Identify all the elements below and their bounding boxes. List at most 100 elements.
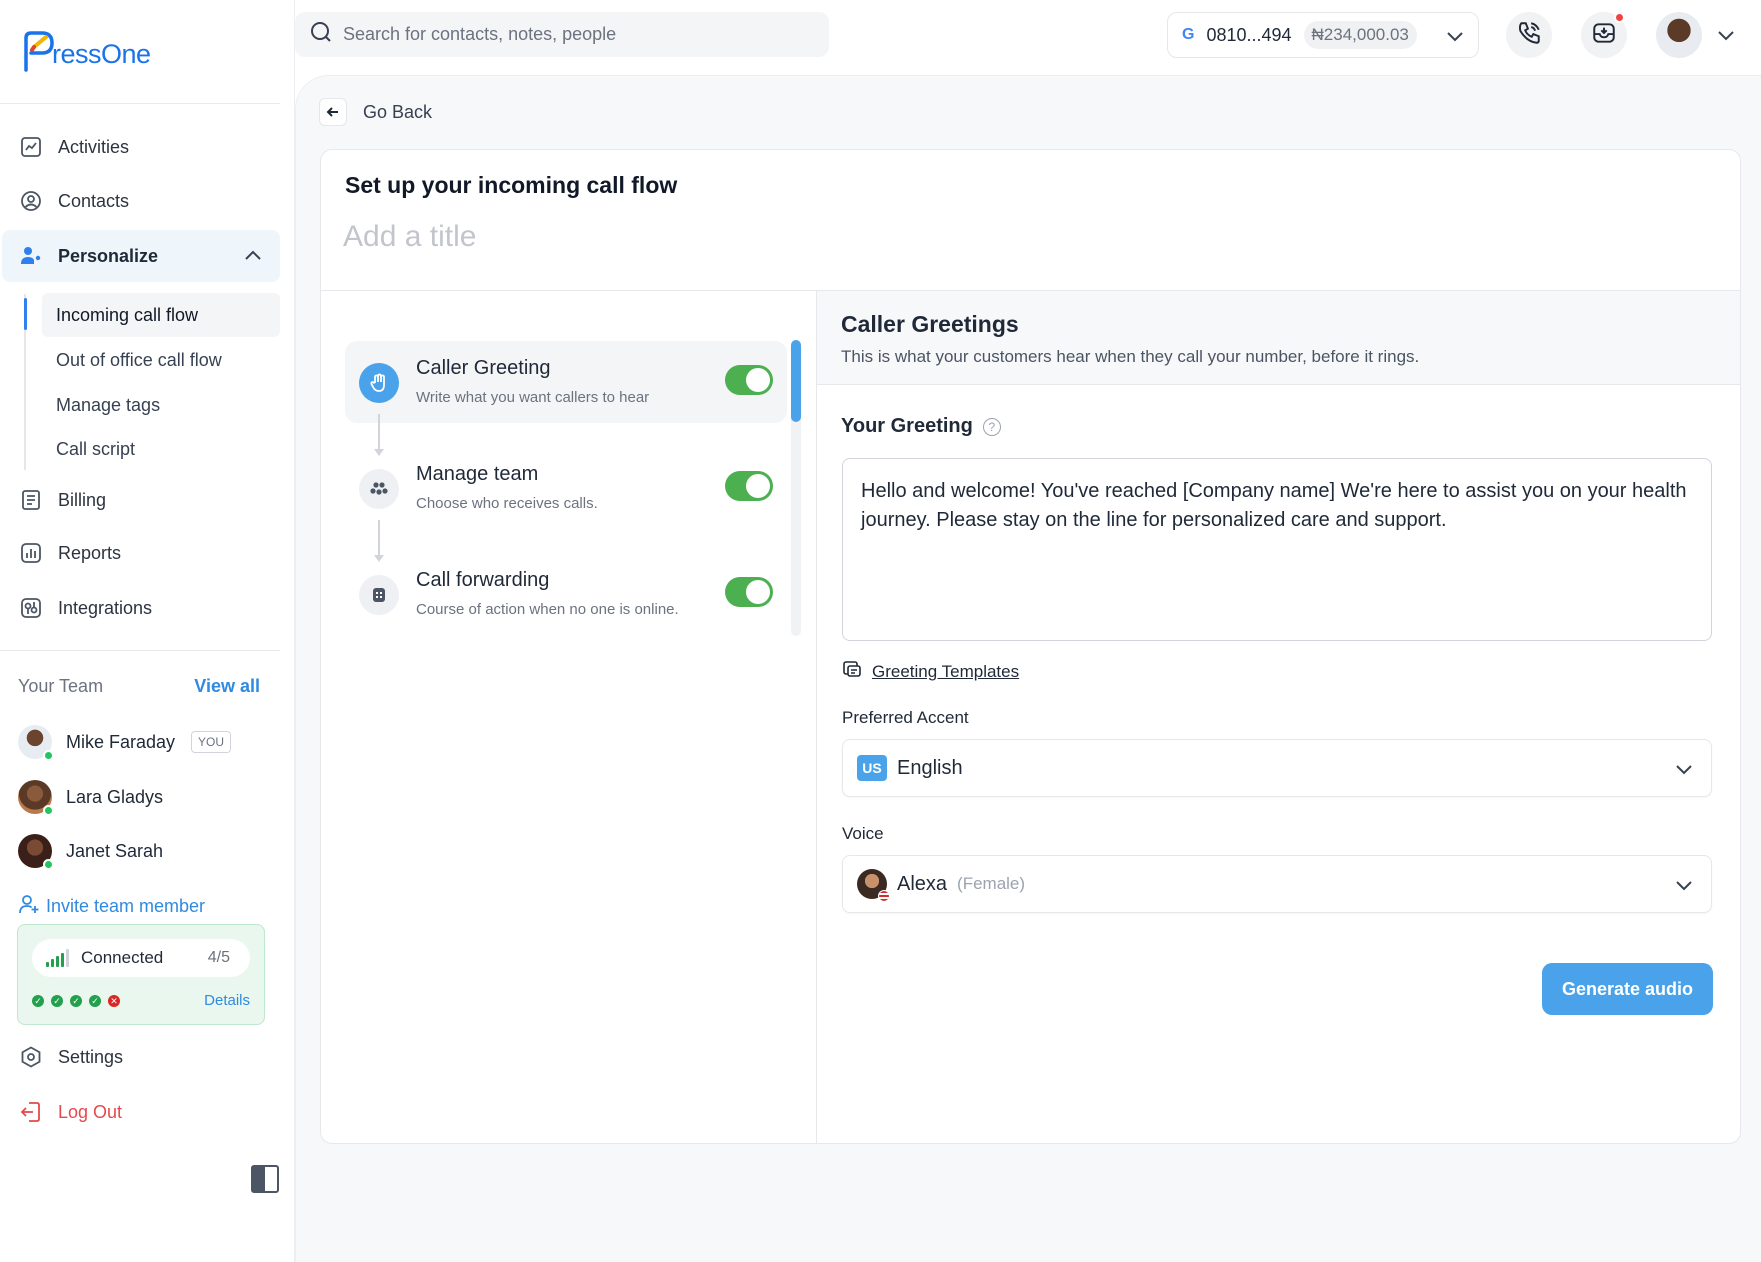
team-member[interactable]: Lara Gladys: [18, 777, 268, 817]
check-icon: ✓: [70, 995, 82, 1007]
bar-chart-icon: [18, 540, 44, 566]
collapse-sidebar-icon[interactable]: [251, 1165, 279, 1193]
notification-dot: [1614, 12, 1625, 23]
generate-audio-button[interactable]: Generate audio: [1542, 963, 1713, 1015]
nav-billing-label: Billing: [58, 489, 107, 510]
nav-reports[interactable]: Reports: [2, 527, 280, 579]
brand-name: ressOne: [52, 39, 151, 69]
greeting-templates-link[interactable]: Greeting Templates: [842, 659, 1019, 684]
connection-count: 4/5: [207, 949, 230, 966]
brand-logo[interactable]: ressOne: [20, 22, 151, 72]
chevron-up-icon[interactable]: [242, 245, 264, 272]
step-title: Manage team: [416, 463, 539, 485]
sub-item-manage-tags[interactable]: Manage tags: [42, 383, 280, 427]
search-input[interactable]: [343, 24, 783, 45]
view-all-link[interactable]: View all: [194, 676, 260, 697]
wave-hand-icon: [359, 363, 399, 403]
avatar: [18, 725, 54, 761]
logo-mark-icon: [20, 30, 54, 72]
line-status-dots: ✓ ✓ ✓ ✓ ✕: [32, 995, 120, 1007]
flow-title-input[interactable]: [343, 220, 1043, 254]
user-plus-icon: [18, 893, 40, 920]
help-icon[interactable]: ?: [982, 417, 1001, 436]
nav-logout-label: Log Out: [58, 1101, 123, 1122]
voice-value: Alexa: [897, 872, 948, 895]
connection-status-card: Connected 4/5 ✓ ✓ ✓ ✓ ✕ Details: [17, 924, 265, 1025]
nav-billing[interactable]: Billing: [2, 474, 280, 526]
call-forwarding-toggle[interactable]: [725, 577, 773, 607]
accent-label: Preferred Accent: [842, 708, 969, 727]
sub-item-call-script[interactable]: Call script: [42, 427, 280, 471]
go-back-button[interactable]: Go Back: [319, 98, 432, 126]
greeting-label: Your Greeting ?: [841, 415, 1001, 438]
search-bar[interactable]: [295, 12, 829, 57]
step-title: Call forwarding: [416, 569, 550, 591]
avatar: [18, 780, 54, 816]
gear-icon: [18, 1044, 44, 1070]
building-icon: [359, 575, 399, 615]
us-flag-icon: US: [857, 755, 887, 781]
connection-status: Connected: [81, 948, 164, 967]
signal-bars-icon: [46, 949, 69, 967]
check-icon: ✓: [32, 995, 44, 1007]
voice-avatar: [857, 869, 890, 902]
member-name: Mike Faraday: [66, 731, 176, 752]
integrations-icon: [18, 595, 44, 621]
avatar: [18, 834, 54, 870]
sub-item-incoming-call-flow[interactable]: Incoming call flow: [42, 293, 280, 337]
member-name: Lara Gladys: [66, 786, 164, 807]
invite-label: Invite team member: [46, 896, 206, 916]
connection-status-pill[interactable]: Connected 4/5: [32, 939, 250, 977]
nav-personalize[interactable]: Personalize: [2, 230, 280, 282]
divider: [816, 291, 817, 1143]
nav-activities[interactable]: Activities: [2, 121, 280, 173]
nav-logout[interactable]: Log Out: [2, 1086, 280, 1138]
user-avatar[interactable]: [1656, 12, 1702, 58]
team-heading: Your Team: [18, 676, 104, 696]
invite-team-member-link[interactable]: Invite team member: [18, 893, 205, 920]
account-selector[interactable]: G 0810...494 ₦234,000.03: [1167, 12, 1479, 58]
search-icon: [309, 20, 333, 49]
voice-label: Voice: [842, 824, 884, 843]
us-flag-icon: [878, 890, 890, 902]
step-caller-greeting[interactable]: Caller Greeting Write what you want call…: [345, 341, 787, 423]
receipt-icon: [18, 487, 44, 513]
steps-scrollbar-thumb[interactable]: [791, 340, 801, 422]
step-manage-team[interactable]: Manage team Choose who receives calls.: [345, 447, 787, 529]
chevron-down-icon: [1673, 874, 1695, 902]
sidebar: ressOne Activities Contacts Personalize …: [0, 0, 295, 1262]
panel-header: Caller Greetings This is what your custo…: [817, 291, 1740, 385]
manage-team-toggle[interactable]: [725, 471, 773, 501]
inbox-button[interactable]: [1581, 12, 1627, 58]
step-description: Write what you want callers to hear: [416, 389, 650, 406]
step-title: Caller Greeting: [416, 357, 551, 379]
greeting-label-text: Your Greeting: [841, 415, 973, 437]
online-indicator: [43, 750, 54, 761]
voice-select[interactable]: Alexa (Female): [842, 855, 1712, 913]
chevron-down-icon[interactable]: [1715, 24, 1737, 51]
logout-icon: [18, 1099, 44, 1125]
templates-icon: [842, 659, 862, 684]
nav-settings[interactable]: Settings: [2, 1031, 280, 1083]
online-indicator: [43, 805, 54, 816]
panel-title: Caller Greetings: [841, 311, 1019, 337]
team-member[interactable]: Janet Sarah: [18, 831, 268, 871]
panel-subtitle: This is what your customers hear when th…: [841, 347, 1420, 366]
accent-select[interactable]: US English: [842, 739, 1712, 797]
nav-activities-label: Activities: [58, 136, 130, 157]
caller-greeting-toggle[interactable]: [725, 365, 773, 395]
step-call-forwarding[interactable]: Call forwarding Course of action when no…: [345, 553, 787, 635]
online-indicator: [43, 859, 54, 870]
greeting-textarea[interactable]: Hello and welcome! You've reached [Compa…: [842, 458, 1712, 641]
chevron-down-icon: [1673, 758, 1695, 786]
nav-contacts[interactable]: Contacts: [2, 175, 280, 227]
team-member[interactable]: Mike Faraday YOU: [18, 722, 268, 762]
call-button[interactable]: [1506, 12, 1552, 58]
sub-item-out-of-office[interactable]: Out of office call flow: [42, 338, 280, 382]
voice-gender: (Female): [957, 874, 1026, 893]
you-badge: YOU: [191, 731, 232, 753]
nav-integrations[interactable]: Integrations: [2, 582, 280, 634]
account-number: 0810...494: [1206, 24, 1292, 45]
accent-value: English: [897, 756, 963, 779]
connection-details-link[interactable]: Details: [204, 992, 250, 1009]
